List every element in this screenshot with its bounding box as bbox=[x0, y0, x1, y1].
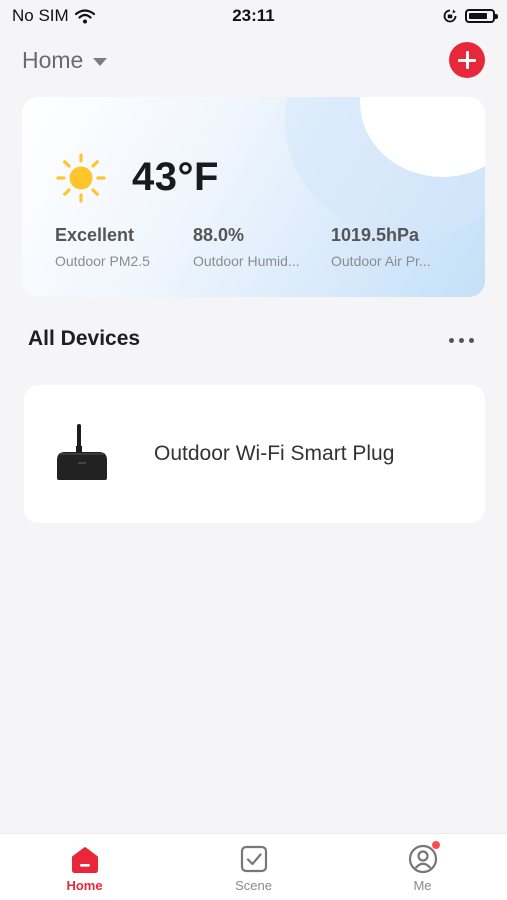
home-selector[interactable]: Home bbox=[22, 46, 108, 74]
checkbox-icon bbox=[240, 845, 267, 873]
stat-label: Outdoor Humid... bbox=[193, 253, 300, 269]
notification-badge bbox=[431, 841, 440, 849]
tab-me[interactable]: Me bbox=[338, 834, 507, 900]
status-right bbox=[443, 9, 498, 23]
home-selector-label: Home bbox=[22, 46, 84, 73]
stat-label: Outdoor Air Pr... bbox=[331, 253, 431, 269]
tab-home[interactable]: Home bbox=[0, 834, 169, 900]
add-button[interactable] bbox=[449, 42, 485, 78]
stat-value: Excellent bbox=[55, 225, 135, 245]
sun-icon bbox=[56, 153, 106, 203]
stat-value: 1019.5hPa bbox=[331, 225, 420, 245]
dot bbox=[469, 338, 474, 343]
tab-icon bbox=[70, 844, 100, 874]
rotation-lock-icon bbox=[443, 9, 457, 23]
device-card[interactable]: Outdoor Wi-Fi Smart Plug bbox=[24, 385, 485, 523]
stat-pm25: Excellent Outdoor PM2.5 bbox=[55, 225, 150, 269]
tab-label: Me bbox=[413, 878, 432, 893]
caret-down-icon bbox=[93, 57, 108, 66]
tab-icon bbox=[408, 841, 440, 874]
carrier-label: No SIM bbox=[12, 6, 69, 25]
weather-card[interactable]: 43°F Excellent Outdoor PM2.5 88.0% Outdo… bbox=[22, 97, 485, 297]
stat-value: 88.0% bbox=[193, 225, 245, 245]
smart-plug-icon bbox=[57, 424, 107, 480]
device-name: Outdoor Wi-Fi Smart Plug bbox=[154, 442, 395, 465]
temperature: 43°F bbox=[132, 155, 219, 199]
more-options-button[interactable] bbox=[449, 334, 474, 347]
battery-icon bbox=[465, 9, 498, 23]
section-title: All Devices bbox=[28, 327, 141, 350]
dot bbox=[449, 338, 454, 343]
tab-label: Scene bbox=[235, 878, 272, 893]
tab-label: Home bbox=[66, 878, 103, 893]
tab-bar: Home Scene Me bbox=[0, 833, 507, 900]
header: Home bbox=[22, 40, 485, 80]
stat-humidity: 88.0% Outdoor Humid... bbox=[193, 225, 300, 269]
stat-label: Outdoor PM2.5 bbox=[55, 253, 150, 269]
wifi-icon bbox=[74, 8, 95, 23]
stat-air-pressure: 1019.5hPa Outdoor Air Pr... bbox=[331, 225, 431, 269]
status-left: No SIM bbox=[12, 6, 95, 26]
tab-scene[interactable]: Scene bbox=[169, 834, 338, 900]
user-icon bbox=[408, 844, 437, 874]
status-bar: No SIM 23:11 bbox=[0, 0, 507, 32]
home-icon bbox=[71, 847, 98, 873]
dot bbox=[459, 338, 464, 343]
tab-icon bbox=[239, 844, 269, 874]
battery-fill bbox=[469, 13, 487, 19]
